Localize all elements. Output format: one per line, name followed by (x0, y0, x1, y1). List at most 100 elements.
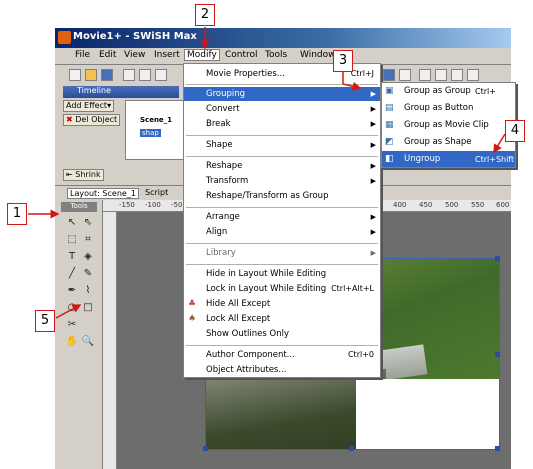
menu-item-lock-all-except[interactable]: ♠ Lock All Except (184, 312, 380, 326)
tab-layout[interactable]: Layout: Scene_1 (67, 188, 139, 199)
menu-item-lock-in-layout[interactable]: Lock in Layout While Editing Ctrl+Alt+L (184, 282, 380, 296)
hide-icon: ♣ (188, 299, 197, 309)
bezier-tool-icon[interactable]: ⌇ (81, 284, 95, 298)
new-file-icon[interactable] (69, 69, 81, 81)
prev-frame-icon[interactable] (435, 69, 447, 81)
submenu-item-group-as-movie-clip[interactable]: ▦ Group as Movie Clip (382, 117, 515, 134)
submenu-arrow-icon: ▶ (370, 141, 376, 149)
submenu-arrow-icon: ▶ (370, 105, 376, 113)
menu-item-hide-all-except[interactable]: ♣ Hide All Except (184, 297, 380, 311)
selection-handle[interactable] (349, 446, 354, 451)
zoom-tool-icon[interactable]: 🔍 (81, 335, 95, 349)
menu-item-label: Grouping (206, 89, 246, 99)
menu-separator (186, 84, 378, 85)
select-tool-icon[interactable]: ↖ (65, 216, 79, 230)
menu-window[interactable]: Window (300, 50, 336, 60)
timeline-frames[interactable]: Scene_1 shap (125, 100, 185, 160)
menu-view[interactable]: View (124, 50, 145, 60)
next-frame-icon[interactable] (451, 69, 463, 81)
callout-2: 2 (195, 4, 215, 26)
pencil-tool-icon[interactable]: ✎ (81, 267, 95, 281)
ellipse-tool-icon[interactable]: ○ (65, 301, 79, 315)
submenu-item-group-as-shape[interactable]: ◩ Group as Shape (382, 134, 515, 151)
rectangle-tool-icon[interactable]: □ (81, 301, 95, 315)
selection-handle[interactable] (495, 446, 500, 451)
menu-tools[interactable]: Tools (265, 50, 287, 60)
menu-item-break[interactable]: Break ▶ (184, 117, 380, 131)
import-icon[interactable] (155, 69, 167, 81)
menu-item-author-component[interactable]: Author Component... Ctrl+0 (184, 348, 380, 362)
submenu-arrow-icon: ▶ (370, 177, 376, 185)
marquee-tool-icon[interactable]: ⬚ (65, 233, 79, 247)
menu-insert[interactable]: Insert (154, 50, 180, 60)
menu-item-shape[interactable]: Shape ▶ (184, 138, 380, 152)
menu-item-label: Transform (206, 176, 249, 186)
submenu-arrow-icon: ▶ (370, 213, 376, 221)
menu-item-transform[interactable]: Transform ▶ (184, 174, 380, 188)
submenu-item-label: Group as Group (404, 86, 471, 96)
submenu-item-label: Group as Button (404, 103, 474, 113)
subselect-tool-icon[interactable]: ⇖ (81, 216, 95, 230)
menu-item-reshape-transform-group[interactable]: Reshape/Transform as Group (184, 189, 380, 203)
insert-icon[interactable] (139, 69, 151, 81)
menu-item-show-outlines[interactable]: Show Outlines Only (184, 327, 380, 341)
menu-item-library[interactable]: Library ▶ (184, 246, 380, 260)
play-icon[interactable] (383, 69, 395, 81)
add-effect-button[interactable]: Add Effect▾ (63, 100, 115, 112)
menu-item-label: Movie Properties... (206, 69, 285, 79)
selection-handle[interactable] (203, 446, 208, 451)
menu-separator (186, 243, 378, 244)
tools-panel: Tools ↖ ⇖ ⬚ ⌗ T ◈ ╱ ✎ ✒ ⌇ ○ □ ✂ ✋ 🔍 (55, 200, 103, 469)
menu-item-arrange[interactable]: Arrange ▶ (184, 210, 380, 224)
selection-handle[interactable] (495, 352, 500, 357)
menu-control[interactable]: Control (225, 50, 258, 60)
reshape-tool-icon[interactable]: ⌗ (81, 233, 95, 247)
scene-row-label[interactable]: Scene_1 (140, 116, 172, 124)
step-icon[interactable] (399, 69, 411, 81)
menu-file[interactable]: File (75, 50, 90, 60)
dropdown-arrow-icon: ▾ (107, 101, 112, 110)
fill-tool-icon[interactable]: ◈ (81, 250, 95, 264)
callout-1: 1 (7, 203, 27, 225)
tab-script[interactable]: Script (145, 188, 168, 197)
del-object-label: Del Object (75, 115, 118, 124)
menu-item-label: Hide in Layout While Editing (206, 269, 327, 279)
line-tool-icon[interactable]: ╱ (65, 267, 79, 281)
motion-path-icon[interactable]: ✂ (65, 318, 79, 332)
end-icon[interactable] (467, 69, 479, 81)
submenu-arrow-icon: ▶ (370, 90, 376, 98)
menu-modify[interactable]: Modify (184, 49, 220, 61)
menu-separator (186, 156, 378, 157)
selection-handle[interactable] (495, 256, 500, 261)
modify-menu: Movie Properties... Ctrl+J Grouping ▶ Co… (183, 63, 381, 378)
save-icon[interactable] (101, 69, 113, 81)
ruler-tick: 400 (393, 201, 407, 209)
menu-edit[interactable]: Edit (99, 50, 116, 60)
submenu-shortcut: Ctrl+Shift+ (475, 155, 515, 164)
menu-item-reshape[interactable]: Reshape ▶ (184, 159, 380, 173)
ruler-tick: -100 (145, 201, 161, 209)
del-object-button[interactable]: ✖ Del Object (63, 114, 121, 126)
menu-item-convert[interactable]: Convert ▶ (184, 102, 380, 116)
shrink-button[interactable]: ⇤ Shrink (63, 169, 104, 181)
pen-tool-icon[interactable]: ✒ (65, 284, 79, 298)
window-title: Movie1+ - SWiSH Max (73, 31, 197, 42)
menu-item-label: Hide All Except (206, 299, 271, 309)
text-tool-icon[interactable]: T (65, 250, 79, 264)
menu-item-hide-in-layout[interactable]: Hide in Layout While Editing (184, 267, 380, 281)
menu-item-label: Shape (206, 140, 233, 150)
menu-item-grouping[interactable]: Grouping ▶ (184, 87, 380, 101)
rewind-icon[interactable] (419, 69, 431, 81)
export-icon[interactable] (123, 69, 135, 81)
open-folder-icon[interactable] (85, 69, 97, 81)
submenu-item-group-as-button[interactable]: ▤ Group as Button (382, 100, 515, 117)
submenu-shortcut: Ctrl+ (475, 87, 496, 96)
menu-item-align[interactable]: Align ▶ (184, 225, 380, 239)
submenu-item-group-as-group[interactable]: ▣ Group as Group Ctrl+ (382, 83, 515, 100)
hand-tool-icon[interactable]: ✋ (65, 335, 79, 349)
menu-item-object-attributes[interactable]: Object Attributes... (184, 363, 380, 377)
menu-item-label: Library (206, 248, 236, 258)
layer-row-label[interactable]: shap (140, 129, 161, 137)
menu-item-label: Arrange (206, 212, 240, 222)
submenu-item-ungroup[interactable]: ◧ Ungroup Ctrl+Shift+ (382, 151, 515, 167)
